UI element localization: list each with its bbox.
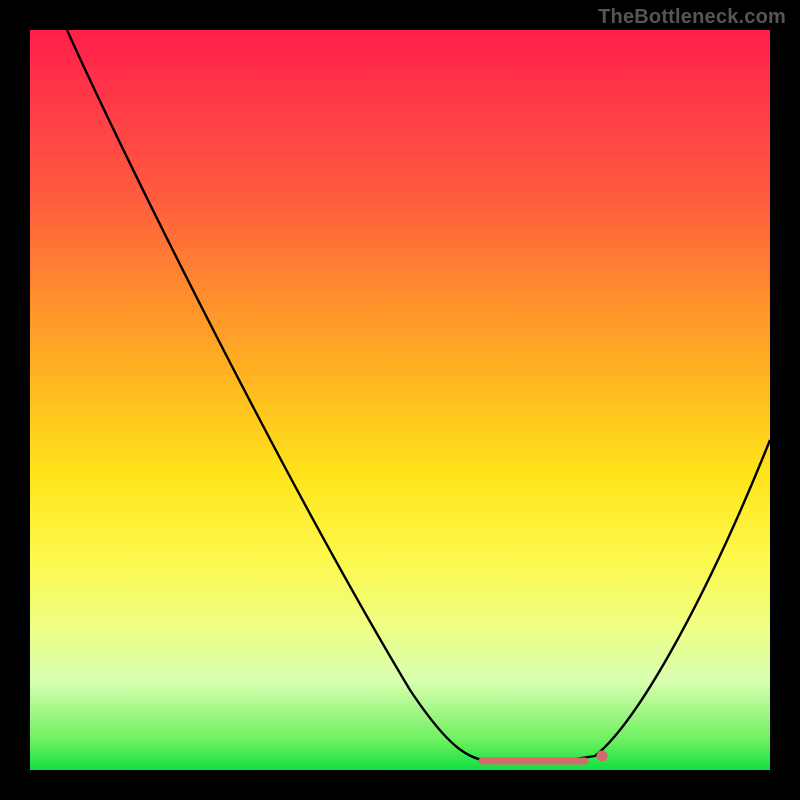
highlight-dot-icon <box>597 751 607 761</box>
bottleneck-curve <box>67 30 770 762</box>
chart-plot-area <box>30 30 770 770</box>
chart-frame: TheBottleneck.com <box>0 0 800 800</box>
watermark-text: TheBottleneck.com <box>598 6 786 29</box>
curve-svg <box>30 30 770 770</box>
